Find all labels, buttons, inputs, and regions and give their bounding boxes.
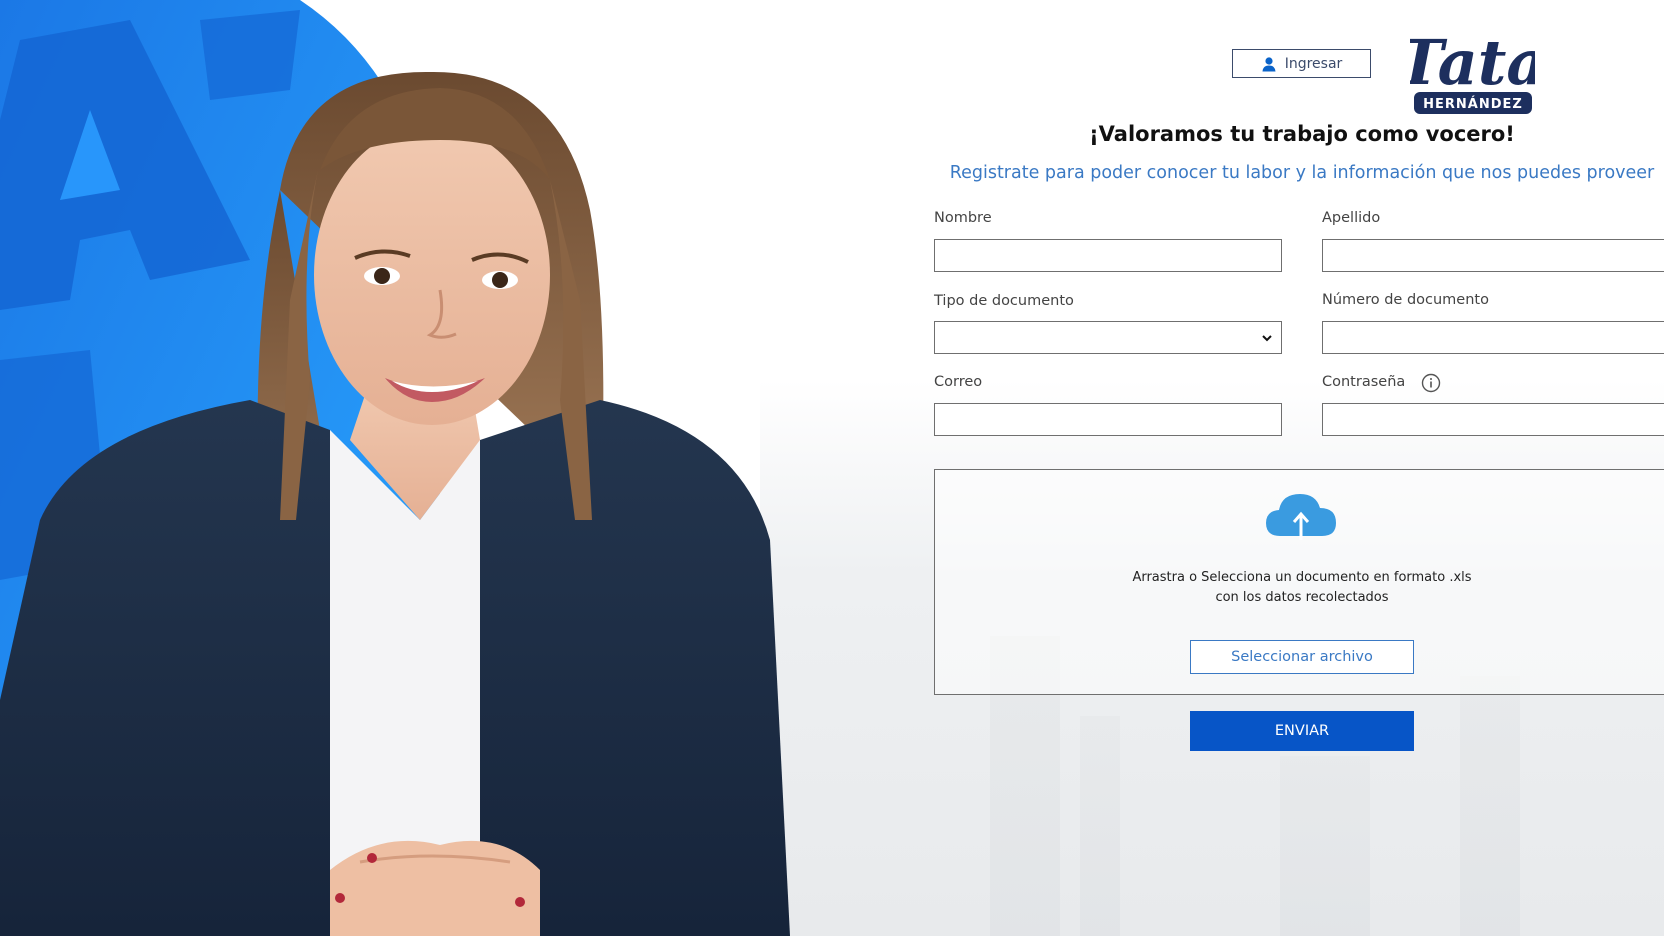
hero-illustration (0, 0, 790, 936)
brand-logo[interactable]: Tata HERNÁNDEZ (1397, 10, 1547, 116)
registration-page: Ingresar Tata HERNÁNDEZ ¡Valoramos tu tr… (0, 0, 1664, 936)
upload-instructions: Arrastra o Selecciona un documento en fo… (1132, 570, 1472, 605)
logo-badge-text: HERNÁNDEZ (1423, 96, 1523, 112)
email-label: Correo (934, 374, 983, 390)
email-input[interactable] (934, 403, 1282, 436)
doc-number-input[interactable] (1322, 321, 1664, 354)
doc-type-label: Tipo de documento (934, 293, 1074, 309)
logo-script-text: Tata (1410, 26, 1535, 99)
doc-number-label: Número de documento (1322, 292, 1489, 308)
password-label: Contraseña (1322, 374, 1406, 390)
first-name-input[interactable] (934, 239, 1282, 272)
hero-portrait (0, 0, 790, 936)
submit-button[interactable]: ENVIAR (1190, 711, 1414, 751)
info-icon[interactable] (1421, 373, 1441, 393)
password-input[interactable] (1322, 403, 1664, 436)
page-subtitle: Registrate para poder conocer tu labor y… (949, 163, 1655, 183)
login-label: Ingresar (1284, 55, 1343, 72)
user-icon (1261, 56, 1277, 72)
login-button[interactable]: Ingresar (1232, 49, 1371, 78)
last-name-input[interactable] (1322, 239, 1664, 272)
first-name-label: Nombre (934, 210, 992, 226)
select-file-button[interactable]: Seleccionar archivo (1190, 640, 1414, 674)
doc-type-select[interactable] (934, 321, 1282, 354)
chevron-down-icon (1262, 335, 1272, 342)
page-title: ¡Valoramos tu trabajo como vocero! (1089, 122, 1515, 146)
last-name-label: Apellido (1322, 210, 1381, 226)
cloud-upload-icon (1262, 488, 1340, 542)
